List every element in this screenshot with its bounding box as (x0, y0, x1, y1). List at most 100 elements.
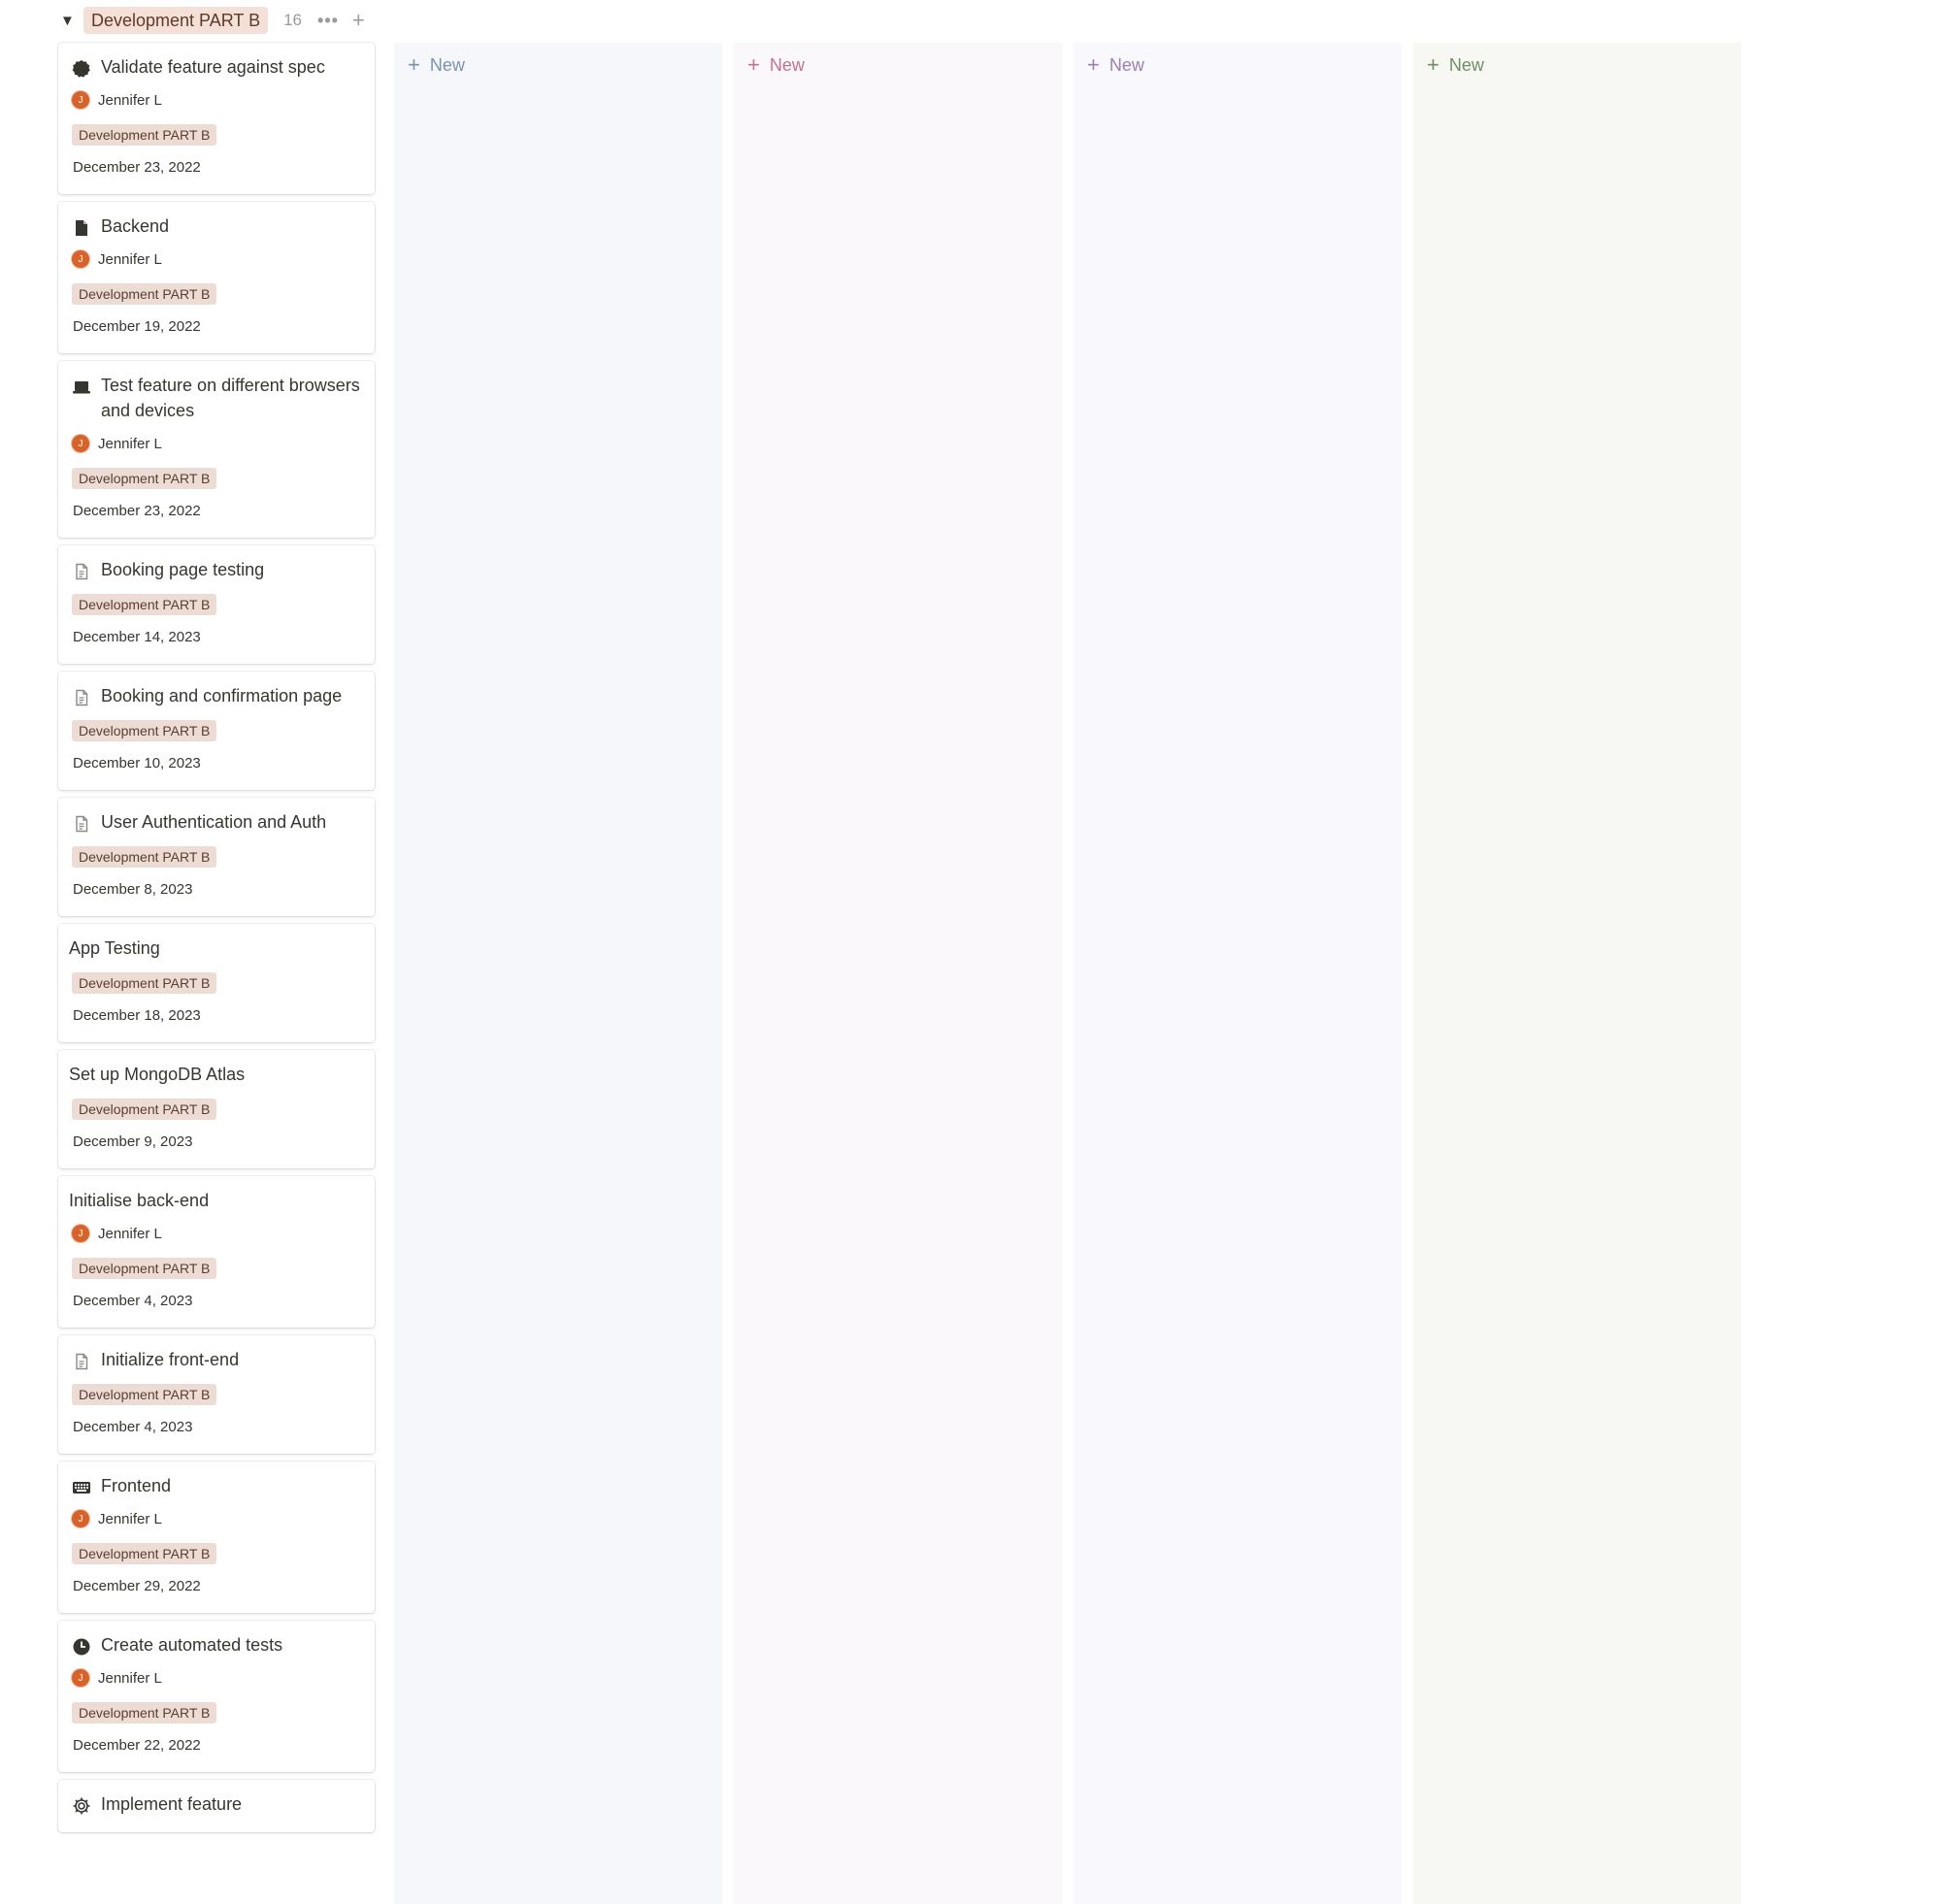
card-title: Booking page testing (101, 560, 265, 579)
card-title: Frontend (101, 1476, 172, 1495)
group-more-button[interactable]: ••• (317, 11, 339, 31)
document-icon (72, 1352, 91, 1371)
assignee-name: Jennifer L (98, 435, 162, 452)
card-title: Set up MongoDB Atlas (69, 1065, 246, 1084)
board-card[interactable]: Booking and confirmation page Development… (58, 672, 375, 790)
assignee: J Jennifer L (72, 1510, 162, 1527)
card-date: December 23, 2022 (73, 159, 201, 176)
card-date: December 29, 2022 (73, 1578, 201, 1594)
card-date: December 14, 2023 (73, 629, 201, 645)
new-card-label: New (429, 54, 465, 75)
board-card[interactable]: Backend J Jennifer L Development PART B Dece… (58, 202, 375, 353)
avatar: J (72, 1669, 89, 1687)
card-date: December 4, 2023 (73, 1293, 193, 1309)
board-column-3: + New (1074, 43, 1402, 1904)
group-tag: Development PART B (72, 846, 217, 868)
group-tag: Development PART B (72, 283, 217, 305)
board-column-1: + New (394, 43, 722, 1904)
card-title: Implement feature (101, 1794, 243, 1814)
card-title: Booking and confirmation page (101, 686, 343, 706)
board-card[interactable]: Initialise back-end J Jennifer L Developmen… (58, 1176, 375, 1328)
group-count: 16 (283, 11, 303, 29)
board-column-cards: Validate feature against spec J Jennifer L… (58, 43, 377, 1904)
assignee-name: Jennifer L (98, 1510, 162, 1527)
board-card[interactable]: Set up MongoDB Atlas Development PART B De… (58, 1050, 375, 1168)
card-title: App Testing (69, 938, 160, 958)
card-title: Validate feature against spec (101, 57, 325, 77)
card-title: Create automated tests (101, 1635, 283, 1655)
group-add-button[interactable]: + (352, 8, 365, 33)
avatar: J (72, 1225, 89, 1242)
group-tag: Development PART B (72, 468, 217, 489)
file-icon (72, 218, 91, 238)
new-card-button[interactable]: + New (1427, 52, 1484, 78)
board-card[interactable]: Booking page testing Development PART B De… (58, 545, 375, 664)
new-card-label: New (769, 54, 805, 75)
card-title: User Authentication and Auth (101, 812, 327, 832)
card-date: December 22, 2022 (73, 1737, 201, 1754)
assignee: J Jennifer L (72, 1225, 162, 1242)
group-tag: Development PART B (72, 972, 217, 994)
board-column-2: + New (734, 43, 1062, 1904)
new-card-button[interactable]: + New (1087, 52, 1144, 78)
group-tag: Development PART B (72, 1258, 217, 1279)
collapse-caret-icon[interactable]: ▼ (60, 13, 82, 29)
assignee-name: Jennifer L (98, 1669, 162, 1687)
new-card-button[interactable]: + New (408, 52, 465, 78)
board-card[interactable]: Frontend J Jennifer L Development PART B Dec… (58, 1461, 375, 1613)
keyboard-icon (72, 1478, 91, 1497)
document-icon (72, 562, 91, 581)
group-tag: Development PART B (72, 594, 217, 615)
assignee-name: Jennifer L (98, 250, 162, 268)
card-title: Test feature on different browsers and d… (101, 376, 360, 420)
plus-icon: + (408, 52, 420, 77)
document-icon (72, 688, 91, 707)
new-card-label: New (1448, 54, 1484, 75)
new-card-label: New (1108, 54, 1144, 75)
new-card-button[interactable]: + New (747, 52, 805, 78)
assignee: J Jennifer L (72, 91, 162, 109)
assignee: J Jennifer L (72, 1669, 162, 1687)
card-date: December 8, 2023 (73, 881, 193, 898)
group-tag: Development PART B (72, 124, 217, 146)
laptop-icon (72, 378, 91, 397)
card-date: December 23, 2022 (73, 503, 201, 519)
board-card[interactable]: Create automated tests J Jennifer L Develop… (58, 1621, 375, 1772)
card-title: Backend (101, 216, 170, 236)
plus-icon: + (1427, 52, 1439, 77)
plus-icon: + (1087, 52, 1100, 77)
clock-icon (72, 1637, 91, 1657)
card-date: December 4, 2023 (73, 1419, 193, 1435)
card-date: December 19, 2022 (73, 318, 201, 335)
group-tag: Development PART B (72, 1384, 217, 1405)
assignee-name: Jennifer L (98, 1225, 162, 1242)
assignee: J Jennifer L (72, 435, 162, 452)
board-view: ▼ Development PART B 16 ••• + Validate f… (0, 0, 1952, 1904)
card-date: December 10, 2023 (73, 755, 201, 771)
group-tag: Development PART B (72, 1702, 217, 1723)
board-card[interactable]: Test feature on different browsers and d… (58, 361, 375, 538)
group-tag: Development PART B (72, 1099, 217, 1120)
board-card[interactable]: User Authentication and Auth Development … (58, 798, 375, 916)
group-tag: Development PART B (72, 1543, 217, 1564)
avatar: J (72, 91, 89, 109)
group-tag: Development PART B (72, 720, 217, 741)
board-card[interactable]: Implement feature (58, 1780, 375, 1832)
card-date: December 18, 2023 (73, 1007, 201, 1024)
group-header: ▼ Development PART B 16 ••• + (60, 6, 365, 35)
board-card[interactable]: Initialize front-end Development PART B De… (58, 1335, 375, 1454)
assignee-name: Jennifer L (98, 91, 162, 109)
avatar: J (72, 1510, 89, 1527)
board-card[interactable]: App Testing Development PART B December 18… (58, 924, 375, 1042)
document-icon (72, 814, 91, 834)
card-date: December 9, 2023 (73, 1133, 193, 1150)
avatar: J (72, 250, 89, 268)
group-name-pill[interactable]: Development PART B (83, 7, 269, 34)
gear-icon (72, 1796, 91, 1816)
badge-icon (72, 59, 91, 79)
avatar: J (72, 435, 89, 452)
plus-icon: + (747, 52, 760, 77)
card-title: Initialize front-end (101, 1350, 240, 1369)
assignee: J Jennifer L (72, 250, 162, 268)
board-card[interactable]: Validate feature against spec J Jennifer L… (58, 43, 375, 194)
